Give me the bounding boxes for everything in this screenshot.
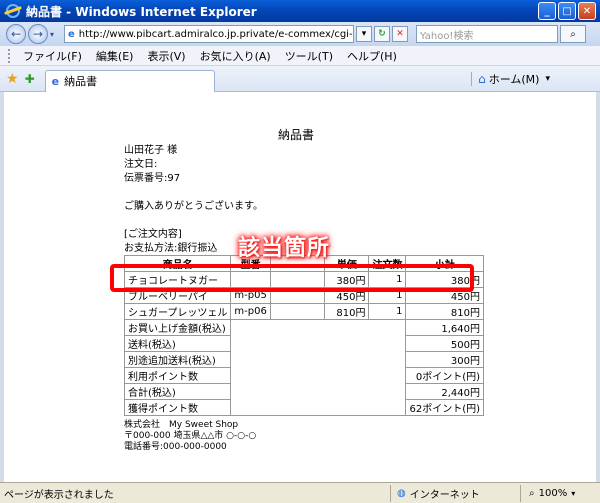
search-input[interactable]: Yahoo!検索 [416, 25, 558, 43]
tab-bar: ★ ✚ e 納品書 ⌂ ホーム(M) ▾ [0, 66, 600, 92]
summary-label: 獲得ポイント数 [123, 399, 232, 416]
zoom-level: 100% [538, 487, 568, 499]
zone-label: インターネット [409, 489, 480, 501]
shop-info: 株式会社 My Sweet Shop 〒000-000 埼玉県△△市 ○-○-○… [124, 420, 256, 453]
summary-label: 別途追加送料(税込) [123, 351, 232, 368]
summary-row: 利用ポイント数 0ポイント(円) [123, 367, 484, 384]
summary-row: 合計(税込) 2,440円 [123, 383, 484, 400]
menu-help[interactable]: ヘルプ(H) [340, 48, 404, 64]
minimize-button[interactable]: _ [538, 2, 556, 20]
summary-label: 利用ポイント数 [123, 367, 232, 384]
summary-row: お買い上げ金額(税込) 1,640円 [123, 319, 484, 336]
menu-edit[interactable]: 編集(E) [89, 48, 141, 64]
slip-number: 伝票番号:97 [124, 173, 181, 184]
summary-value: 500円 [405, 335, 484, 352]
summary-label: お買い上げ金額(税込) [123, 319, 232, 336]
address-url: http://www.pibcart.admiralco.jp.private/… [78, 28, 353, 40]
summary-label: 送料(税込) [123, 335, 232, 352]
summary-value: 0ポイント(円) [405, 367, 484, 384]
summary-row: 獲得ポイント数 62ポイント(円) [123, 399, 484, 416]
toolbar-separator [471, 72, 473, 86]
toolbar-grip [8, 48, 12, 63]
shop-phone: 電話番号:000-000-0000 [124, 442, 227, 452]
thanks-message: ご購入ありがとうございます。 [124, 201, 263, 212]
order-date: 注文日: [124, 159, 158, 170]
summary-value: 1,640円 [405, 319, 484, 336]
product-name: シュガープレッツェル [123, 303, 232, 320]
search-button[interactable]: ⌕ [560, 25, 586, 43]
ie-logo-icon [6, 4, 20, 18]
history-dropdown-icon[interactable]: ▾ [50, 30, 60, 39]
back-button[interactable]: ← [6, 24, 26, 44]
add-favorites-icon[interactable]: ✚ [25, 72, 35, 86]
product-extra [269, 303, 326, 320]
close-button[interactable]: ✕ [578, 2, 596, 20]
unit-price: 810円 [324, 303, 370, 320]
maximize-button[interactable]: □ [558, 2, 576, 20]
window-title-bar: 納品書 - Windows Internet Explorer _ □ ✕ [0, 0, 600, 22]
tab-label: 納品書 [64, 75, 98, 88]
menu-bar: ファイル(F) 編集(E) 表示(V) お気に入り(A) ツール(T) ヘルプ(… [0, 46, 600, 66]
menu-view[interactable]: 表示(V) [140, 48, 192, 64]
zoom-icon: ⌕ [529, 487, 535, 499]
home-icon[interactable]: ⌂ [478, 72, 486, 86]
address-bar[interactable]: e http://www.pibcart.admiralco.jp.privat… [64, 25, 354, 43]
invoice-title: 納品書 [278, 128, 315, 142]
menu-tools[interactable]: ツール(T) [278, 48, 340, 64]
summary-value: 300円 [405, 351, 484, 368]
favorites-star-icon[interactable]: ★ [6, 71, 19, 87]
shop-name: 株式会社 My Sweet Shop [124, 420, 239, 430]
shop-address: 〒000-000 埼玉県△△市 ○-○-○ [124, 431, 257, 441]
highlight-box [110, 264, 474, 292]
menu-favorites[interactable]: お気に入り(A) [193, 48, 278, 64]
quantity: 1 [368, 303, 407, 320]
security-zone[interactable]: ◍ インターネット [390, 484, 520, 502]
address-dropdown-button[interactable]: ▾ [356, 26, 372, 42]
annotation-label: 該当箇所 [238, 236, 331, 261]
address-toolbar: ← → ▾ e http://www.pibcart.admiralco.jp.… [0, 22, 600, 46]
page-icon: e [68, 28, 75, 40]
summary-value: 62ポイント(円) [405, 399, 484, 416]
recipient-name: 山田花子 様 [124, 145, 178, 156]
refresh-button[interactable]: ↻ [374, 26, 390, 42]
tab-invoice[interactable]: e 納品書 [44, 69, 215, 92]
home-dropdown-icon[interactable]: ▾ [545, 74, 550, 84]
stop-button[interactable]: ✕ [392, 26, 408, 42]
summary-row: 送料(税込) 500円 [123, 335, 484, 352]
summary-value: 2,440円 [405, 383, 484, 400]
status-text: ページが表示されました [4, 489, 114, 501]
zoom-dropdown-icon[interactable]: ▾ [571, 489, 575, 498]
summary-label: 合計(税込) [123, 383, 232, 400]
zoom-control[interactable]: ⌕ 100% ▾ [520, 484, 600, 502]
forward-button[interactable]: → [28, 24, 48, 44]
summary-row: 別途追加送料(税込) 300円 [123, 351, 484, 368]
home-button-label[interactable]: ホーム(M) [489, 71, 540, 87]
status-bar: ページが表示されました ◍ インターネット ⌕ 100% ▾ [0, 482, 600, 503]
window-title: 納品書 - Windows Internet Explorer [26, 4, 257, 19]
page-icon: e [51, 74, 60, 88]
product-model: m-p06 [230, 303, 271, 320]
table-row: シュガープレッツェル m-p06 810円 1 810円 [123, 303, 484, 320]
menu-file[interactable]: ファイル(F) [16, 48, 89, 64]
subtotal: 810円 [405, 303, 484, 320]
globe-icon: ◍ [397, 487, 406, 499]
